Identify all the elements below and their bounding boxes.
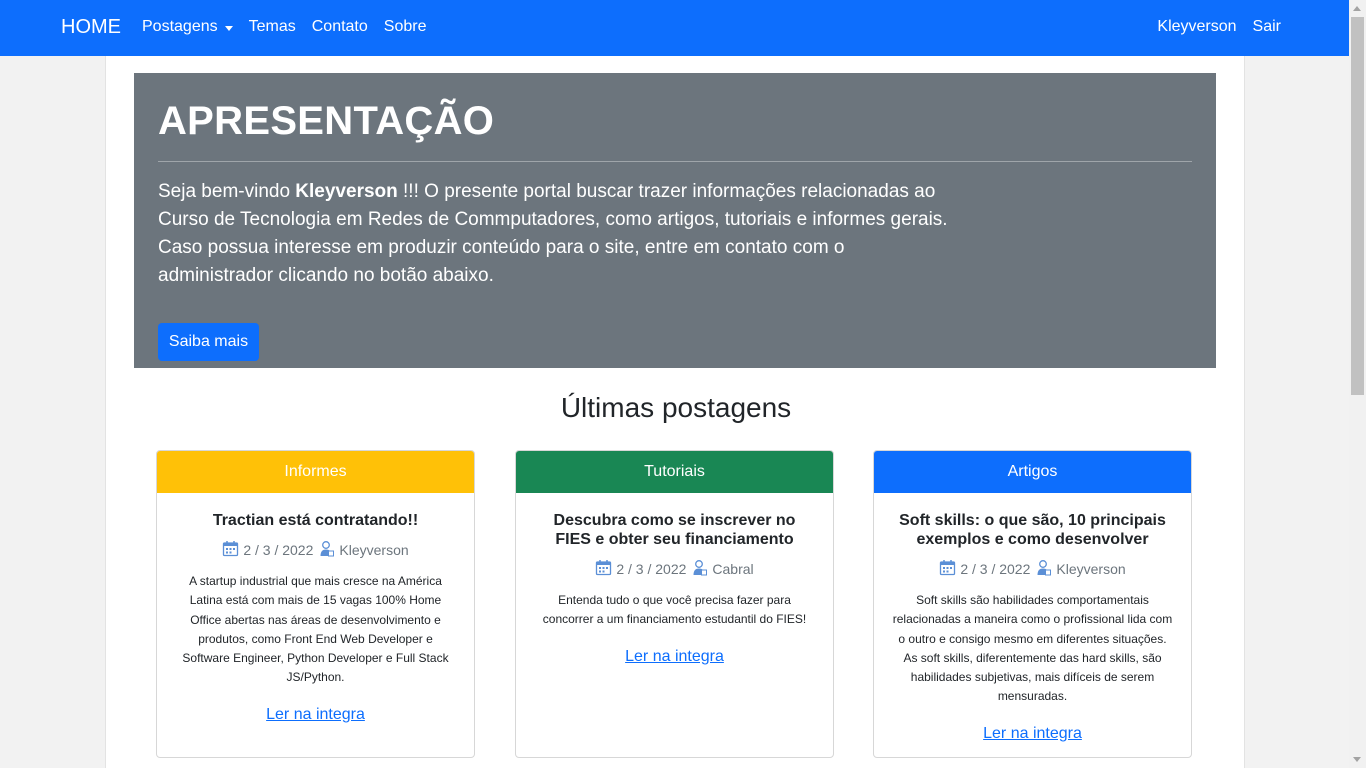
user-icon (319, 540, 335, 560)
main-container: APRESENTAÇÃO Seja bem-vindo Kleyverson !… (105, 56, 1245, 768)
user-icon (1036, 559, 1052, 579)
post-card: Artigos Soft skills: o que são, 10 princ… (873, 450, 1192, 758)
calendar-icon (222, 540, 239, 560)
card-meta: 2 / 3 / 2022 Kleyverson (892, 559, 1173, 579)
card-text: A startup industrial que mais cresce na … (182, 574, 449, 685)
card-text: Soft skills são habilidades comportament… (892, 593, 1173, 704)
home-link[interactable]: HOME (61, 16, 121, 39)
card-author: Kleyverson (1056, 561, 1126, 577)
post-card: Informes Tractian está contratando!! 2 /… (156, 450, 475, 758)
card-body: Descubra como se inscrever no FIES e obt… (516, 493, 833, 666)
card-date: 2 / 3 / 2022 (243, 542, 314, 558)
navbar: HOME Postagens Temas Contato Sobre Kleyv… (0, 0, 1349, 56)
card-author: Kleyverson (339, 542, 409, 558)
card-title: Tractian está contratando!! (212, 512, 419, 529)
card-body: Tractian está contratando!! 2 / 3 / 2022… (157, 493, 474, 724)
nav-links: Postagens Temas Contato Sobre (142, 18, 442, 36)
scroll-up-arrow-icon[interactable] (1353, 6, 1361, 11)
jumbotron: APRESENTAÇÃO Seja bem-vindo Kleyverson !… (134, 73, 1216, 368)
card-date: 2 / 3 / 2022 (960, 561, 1031, 577)
nav-user-area: Kleyverson Sair (1141, 18, 1281, 36)
nav-logout[interactable]: Sair (1253, 18, 1281, 36)
caret-down-icon (224, 25, 233, 31)
card-header-tutoriais: Tutoriais (516, 451, 833, 493)
jumbotron-title: APRESENTAÇÃO (158, 99, 495, 143)
jumbotron-divider (158, 161, 1192, 162)
nav-temas[interactable]: Temas (249, 18, 296, 36)
card-header-informes: Informes (157, 451, 474, 493)
read-more-link[interactable]: Ler na integra (266, 706, 365, 723)
nav-user-profile[interactable]: Kleyverson (1157, 18, 1236, 36)
scrollbar-thumb[interactable] (1351, 17, 1364, 395)
card-meta: 2 / 3 / 2022 Kleyverson (175, 540, 456, 560)
card-author: Cabral (712, 561, 754, 577)
nav-postagens-dropdown[interactable]: Postagens (142, 18, 233, 36)
read-more-link[interactable]: Ler na integra (983, 725, 1082, 742)
post-card: Tutoriais Descubra como se inscrever no … (515, 450, 834, 758)
card-text: Entenda tudo o que você precisa fazer pa… (542, 593, 807, 627)
jumbotron-username: Kleyverson (295, 181, 398, 202)
saiba-mais-button[interactable]: Saiba mais (158, 323, 259, 361)
vertical-scrollbar[interactable] (1349, 0, 1366, 768)
card-meta: 2 / 3 / 2022 Cabral (534, 559, 815, 579)
scroll-down-arrow-icon[interactable] (1353, 757, 1361, 762)
card-title: Soft skills: o que são, 10 principais ex… (899, 512, 1166, 548)
nav-postagens-label: Postagens (142, 18, 218, 35)
calendar-icon (939, 559, 956, 579)
read-more-link[interactable]: Ler na integra (625, 648, 724, 665)
nav-contato[interactable]: Contato (312, 18, 368, 36)
calendar-icon (595, 559, 612, 579)
card-header-artigos: Artigos (874, 451, 1191, 493)
user-icon (692, 559, 708, 579)
nav-sobre[interactable]: Sobre (384, 18, 427, 36)
section-title: Últimas postagens (560, 392, 792, 423)
jumbotron-text: Seja bem-vindo Kleyverson !!! O presente… (158, 178, 948, 290)
card-date: 2 / 3 / 2022 (616, 561, 687, 577)
jumbotron-text-intro: Seja bem-vindo (158, 181, 296, 202)
card-body: Soft skills: o que são, 10 principais ex… (874, 493, 1191, 743)
card-title: Descubra como se inscrever no FIES e obt… (553, 512, 796, 548)
